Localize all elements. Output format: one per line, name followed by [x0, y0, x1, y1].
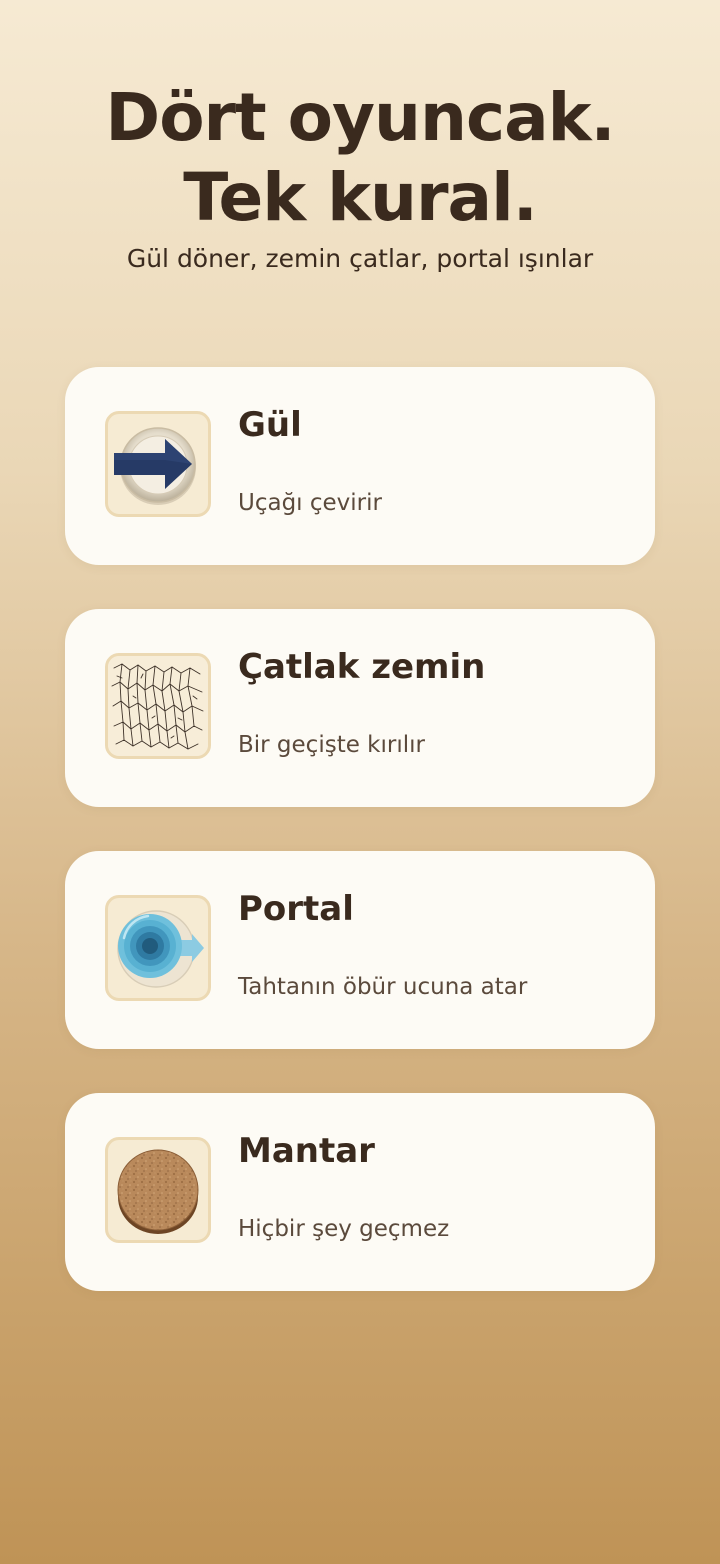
hero: Dört oyuncak. Tek kural. Gül döner, zemi…	[0, 78, 720, 276]
portal-icon	[105, 895, 211, 1001]
page-title: Dört oyuncak. Tek kural.	[0, 78, 720, 238]
toy-description: Uçağı çevirir	[238, 490, 382, 516]
toy-description: Bir geçişte kırılır	[238, 732, 425, 758]
toy-title: Mantar	[238, 1131, 375, 1171]
compass-arrow-icon	[105, 411, 211, 517]
toy-card-catlak-zemin[interactable]: Çatlak zemin Bir geçişte kırılır	[65, 609, 655, 807]
toy-list: Gül Uçağı çevirir Çatlak zemin Bir geçiş…	[65, 367, 655, 1335]
cracked-floor-icon	[105, 653, 211, 759]
cork-icon	[105, 1137, 211, 1243]
title-line-1: Dört oyuncak.	[105, 79, 615, 156]
page-subtitle: Gül döner, zemin çatlar, portal ışınlar	[126, 244, 594, 273]
toy-title: Çatlak zemin	[238, 647, 486, 687]
toy-card-portal[interactable]: Portal Tahtanın öbür ucuna atar	[65, 851, 655, 1049]
toy-card-mantar[interactable]: Mantar Hiçbir şey geçmez	[65, 1093, 655, 1291]
toy-description: Tahtanın öbür ucuna atar	[238, 974, 528, 1000]
toy-description: Hiçbir şey geçmez	[238, 1216, 450, 1242]
title-line-2: Tek kural.	[183, 159, 538, 236]
toy-title: Portal	[238, 889, 354, 929]
toy-card-gul[interactable]: Gül Uçağı çevirir	[65, 367, 655, 565]
toy-title: Gül	[238, 405, 302, 445]
